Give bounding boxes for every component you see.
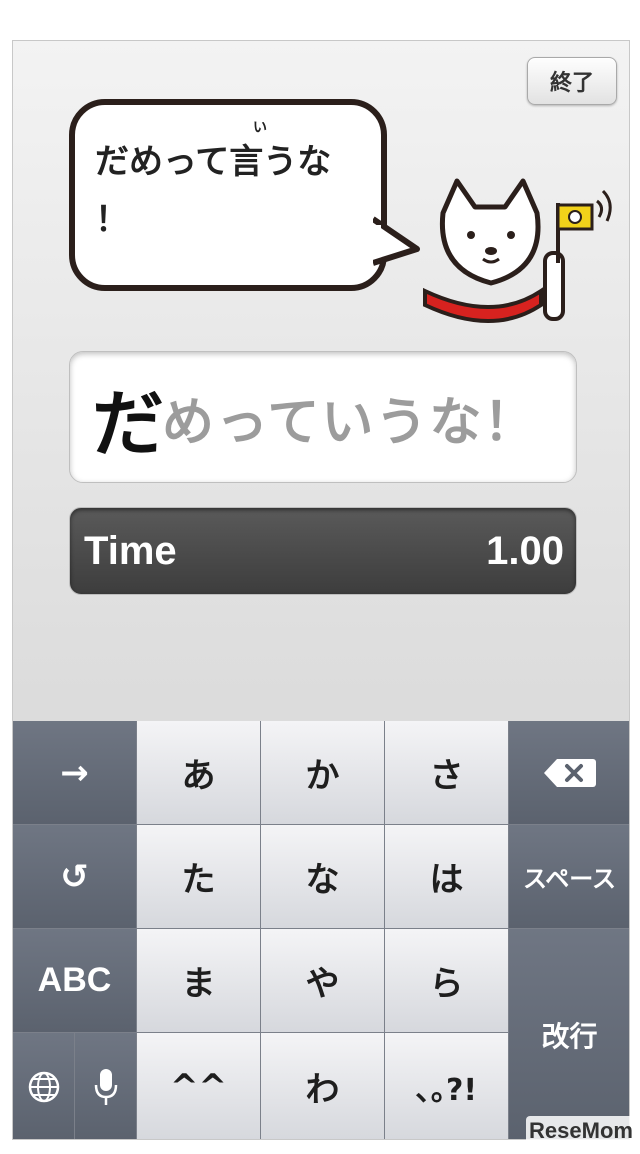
bubble-line-1: だめって言うな (95, 142, 332, 182)
time-value: 1.00 (486, 528, 564, 573)
mic-key[interactable] (75, 1033, 137, 1139)
key-ta[interactable]: た (137, 825, 261, 929)
arrow-key[interactable]: → (13, 721, 137, 825)
key-ra[interactable]: ら (385, 929, 509, 1033)
typed-text: だ (92, 381, 164, 466)
key-emoticon[interactable]: ^^ (137, 1033, 261, 1139)
key-a[interactable]: あ (137, 721, 261, 825)
key-ma[interactable]: ま (137, 929, 261, 1033)
key-sa[interactable]: さ (385, 721, 509, 825)
time-label: Time (84, 528, 177, 573)
answer-display: だ めっていうな！ (69, 351, 577, 483)
key-ka[interactable]: か (261, 721, 385, 825)
time-bar: Time 1.00 (69, 507, 577, 595)
bubble-line-2: ！ (95, 200, 129, 240)
undo-key[interactable]: ↺ (13, 825, 137, 929)
key-punctuation[interactable]: ､｡?! (385, 1033, 509, 1139)
speech-bubble: い だめって言うな ！ (69, 99, 387, 291)
key-ya[interactable]: や (261, 929, 385, 1033)
undo-icon: ↺ (60, 856, 89, 897)
game-screen: 終了 い だめって言うな ！ だ めっていうな！ Time 1.00 → あ か… (12, 40, 630, 1140)
return-key[interactable]: 改行 (509, 929, 629, 1139)
delete-key[interactable] (509, 721, 629, 825)
watermark-logo: ReseMom (526, 1116, 636, 1146)
key-wa[interactable]: わ (261, 1033, 385, 1139)
remaining-text: めっていうな！ (162, 392, 538, 453)
kana-keyboard: → あ か さ ↺ た な は スペース ABC ま や ら 改行 ^^ わ ､… (13, 721, 629, 1139)
space-key[interactable]: スペース (509, 825, 629, 929)
globe-icon (28, 1071, 59, 1102)
end-button[interactable]: 終了 (527, 57, 617, 105)
arrow-right-icon: → (60, 752, 89, 793)
bubble-text: だめって言うな ！ (95, 133, 371, 249)
microphone-icon (94, 1068, 117, 1105)
dog-mascot-icon (423, 178, 612, 323)
key-ha[interactable]: は (385, 825, 509, 929)
abc-key[interactable]: ABC (13, 929, 137, 1033)
globe-key[interactable] (13, 1033, 75, 1139)
key-na[interactable]: な (261, 825, 385, 929)
backspace-icon (543, 758, 596, 787)
